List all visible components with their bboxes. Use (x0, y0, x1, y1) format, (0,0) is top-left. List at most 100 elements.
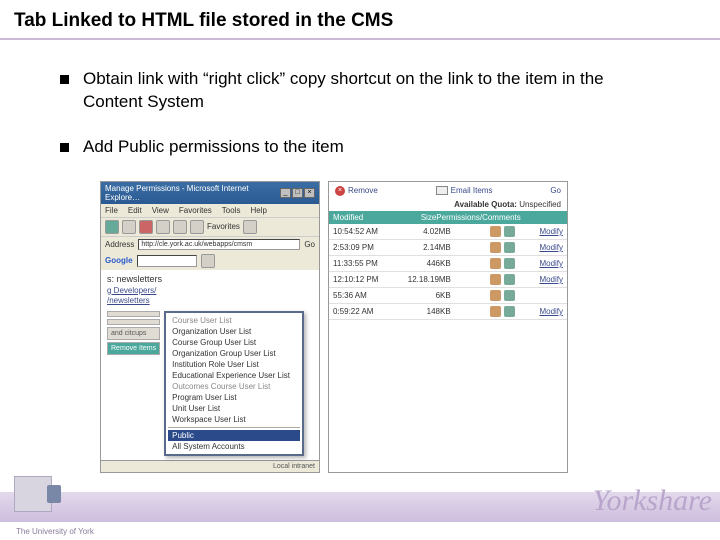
table-row[interactable]: 0:59:22 AM148KBModify (329, 304, 567, 320)
comment-icon[interactable] (504, 226, 515, 237)
modify-link[interactable]: Modify (515, 227, 563, 236)
menu-edit[interactable]: Edit (128, 206, 142, 215)
email-items-button[interactable]: Email Items (436, 186, 493, 195)
cell-modified: 11:33:55 PM (333, 259, 408, 268)
table-row[interactable]: 10:54:52 AM4.02MBModify (329, 224, 567, 240)
window-controls: _ □ × (280, 188, 315, 198)
th-modified[interactable]: Modified (333, 213, 399, 222)
modify-link[interactable]: Modify (515, 275, 563, 284)
side-tab[interactable] (107, 311, 160, 317)
th-actions (521, 213, 563, 222)
browser-menubar: File Edit View Favorites Tools Help (101, 204, 319, 217)
user-list-dropdown[interactable]: Course User List Organization User List … (164, 311, 304, 456)
menu-help[interactable]: Help (250, 206, 266, 215)
menu-view[interactable]: View (152, 206, 169, 215)
permission-icon[interactable] (490, 274, 501, 285)
table-row[interactable]: 11:33:55 PM446KB Modify (329, 256, 567, 272)
computer-icon (14, 476, 52, 512)
comment-icon[interactable] (504, 242, 515, 253)
go-button[interactable]: Go (304, 240, 315, 249)
bullet-marker-icon (60, 75, 69, 84)
maximize-icon[interactable]: □ (292, 188, 303, 198)
go-button[interactable]: Go (550, 186, 561, 195)
table-row[interactable]: 55:36 AM6KB (329, 288, 567, 304)
table-header: Modified Size Permissions/Comments (329, 211, 567, 224)
screenshot-filelist: × Remove Email Items Go Available Quota:… (328, 181, 568, 473)
dropdown-item[interactable]: Course User List (168, 315, 300, 326)
close-icon[interactable]: × (304, 188, 315, 198)
address-label: Address (105, 240, 134, 249)
dropdown-item[interactable]: Workspace User List (168, 414, 300, 425)
quota-label: Available Quota: (454, 200, 517, 209)
footer-logo (14, 476, 74, 522)
refresh-icon[interactable] (156, 220, 170, 234)
google-toolbar: Google (101, 252, 319, 270)
modify-link[interactable]: Modify (515, 307, 563, 316)
breadcrumb-link[interactable]: g Developers/ (107, 286, 313, 295)
menu-file[interactable]: File (105, 206, 118, 215)
google-search-icon[interactable] (201, 254, 215, 268)
side-tab[interactable]: and citcups (107, 327, 160, 340)
cell-size: 446KB (408, 259, 451, 268)
dropdown-separator (168, 427, 300, 428)
section-label: s: newsletters (107, 274, 313, 284)
comment-icon[interactable] (504, 258, 515, 269)
permission-icon[interactable] (490, 242, 501, 253)
comment-icon[interactable] (504, 274, 515, 285)
th-permissions[interactable]: Permissions/Comments (436, 213, 520, 222)
comment-icon[interactable] (504, 306, 515, 317)
home-icon[interactable] (173, 220, 187, 234)
search-icon[interactable] (190, 220, 204, 234)
favorites-button[interactable]: Favorites (207, 222, 240, 231)
dropdown-item[interactable]: Outcomes Course User List (168, 381, 300, 392)
dropdown-item[interactable]: Organization Group User List (168, 348, 300, 359)
cell-size: 148KB (408, 307, 451, 316)
bullet-marker-icon (60, 143, 69, 152)
comment-icon[interactable] (504, 290, 515, 301)
back-icon[interactable] (105, 220, 119, 234)
address-input[interactable]: http://cle.york.ac.uk/webapps/cmsm (138, 239, 300, 250)
history-icon[interactable] (243, 220, 257, 234)
screenshot-browser: Manage Permissions - Microsoft Internet … (100, 181, 320, 473)
cell-modified: 2:53:09 PM (333, 243, 408, 252)
cell-modified: 10:54:52 AM (333, 227, 408, 236)
status-zone: Local intranet (273, 463, 315, 470)
dropdown-item[interactable]: Course Group User List (168, 337, 300, 348)
breadcrumb-link[interactable]: /newsletters (107, 296, 313, 305)
permission-icon[interactable] (490, 306, 501, 317)
menu-favorites[interactable]: Favorites (179, 206, 212, 215)
cell-permissions (451, 226, 515, 237)
cell-permissions (451, 242, 515, 253)
dropdown-item-public[interactable]: Public (168, 430, 300, 441)
cell-modified: 12:10:12 PM (333, 275, 408, 284)
menu-tools[interactable]: Tools (222, 206, 241, 215)
modify-link[interactable]: Modify (515, 259, 563, 268)
permission-icon[interactable] (490, 258, 501, 269)
screenshot-group: Manage Permissions - Microsoft Internet … (100, 181, 660, 473)
forward-icon[interactable] (122, 220, 136, 234)
minimize-icon[interactable]: _ (280, 188, 291, 198)
side-tab[interactable] (107, 319, 160, 325)
dropdown-item[interactable]: Unit User List (168, 403, 300, 414)
table-row[interactable]: 2:53:09 PM2.14MBModify (329, 240, 567, 256)
dropdown-item[interactable]: Program User List (168, 392, 300, 403)
remove-button[interactable]: × Remove (335, 186, 378, 196)
modify-link[interactable]: Modify (515, 243, 563, 252)
address-bar: Address http://cle.york.ac.uk/webapps/cm… (101, 237, 319, 252)
dropdown-item[interactable]: Institution Role User List (168, 359, 300, 370)
th-size[interactable]: Size (399, 213, 437, 222)
table-row[interactable]: 12:10:12 PM12.18.19MBModify (329, 272, 567, 288)
permission-icon[interactable] (490, 290, 501, 301)
side-tab-remove[interactable]: Remove Items (107, 342, 160, 355)
remove-label: Remove (348, 186, 378, 195)
dropdown-item[interactable]: All System Accounts (168, 441, 300, 452)
footer-org: The University of York (16, 527, 94, 536)
dropdown-item[interactable]: Organization User List (168, 326, 300, 337)
bullet-item: Add Public permissions to the item (60, 136, 660, 159)
google-search-input[interactable] (137, 255, 197, 267)
window-title: Manage Permissions - Microsoft Internet … (105, 184, 280, 202)
permission-icon[interactable] (490, 226, 501, 237)
stop-icon[interactable] (139, 220, 153, 234)
quota-value: Unspecified (519, 200, 561, 209)
dropdown-item[interactable]: Educational Experience User List (168, 370, 300, 381)
